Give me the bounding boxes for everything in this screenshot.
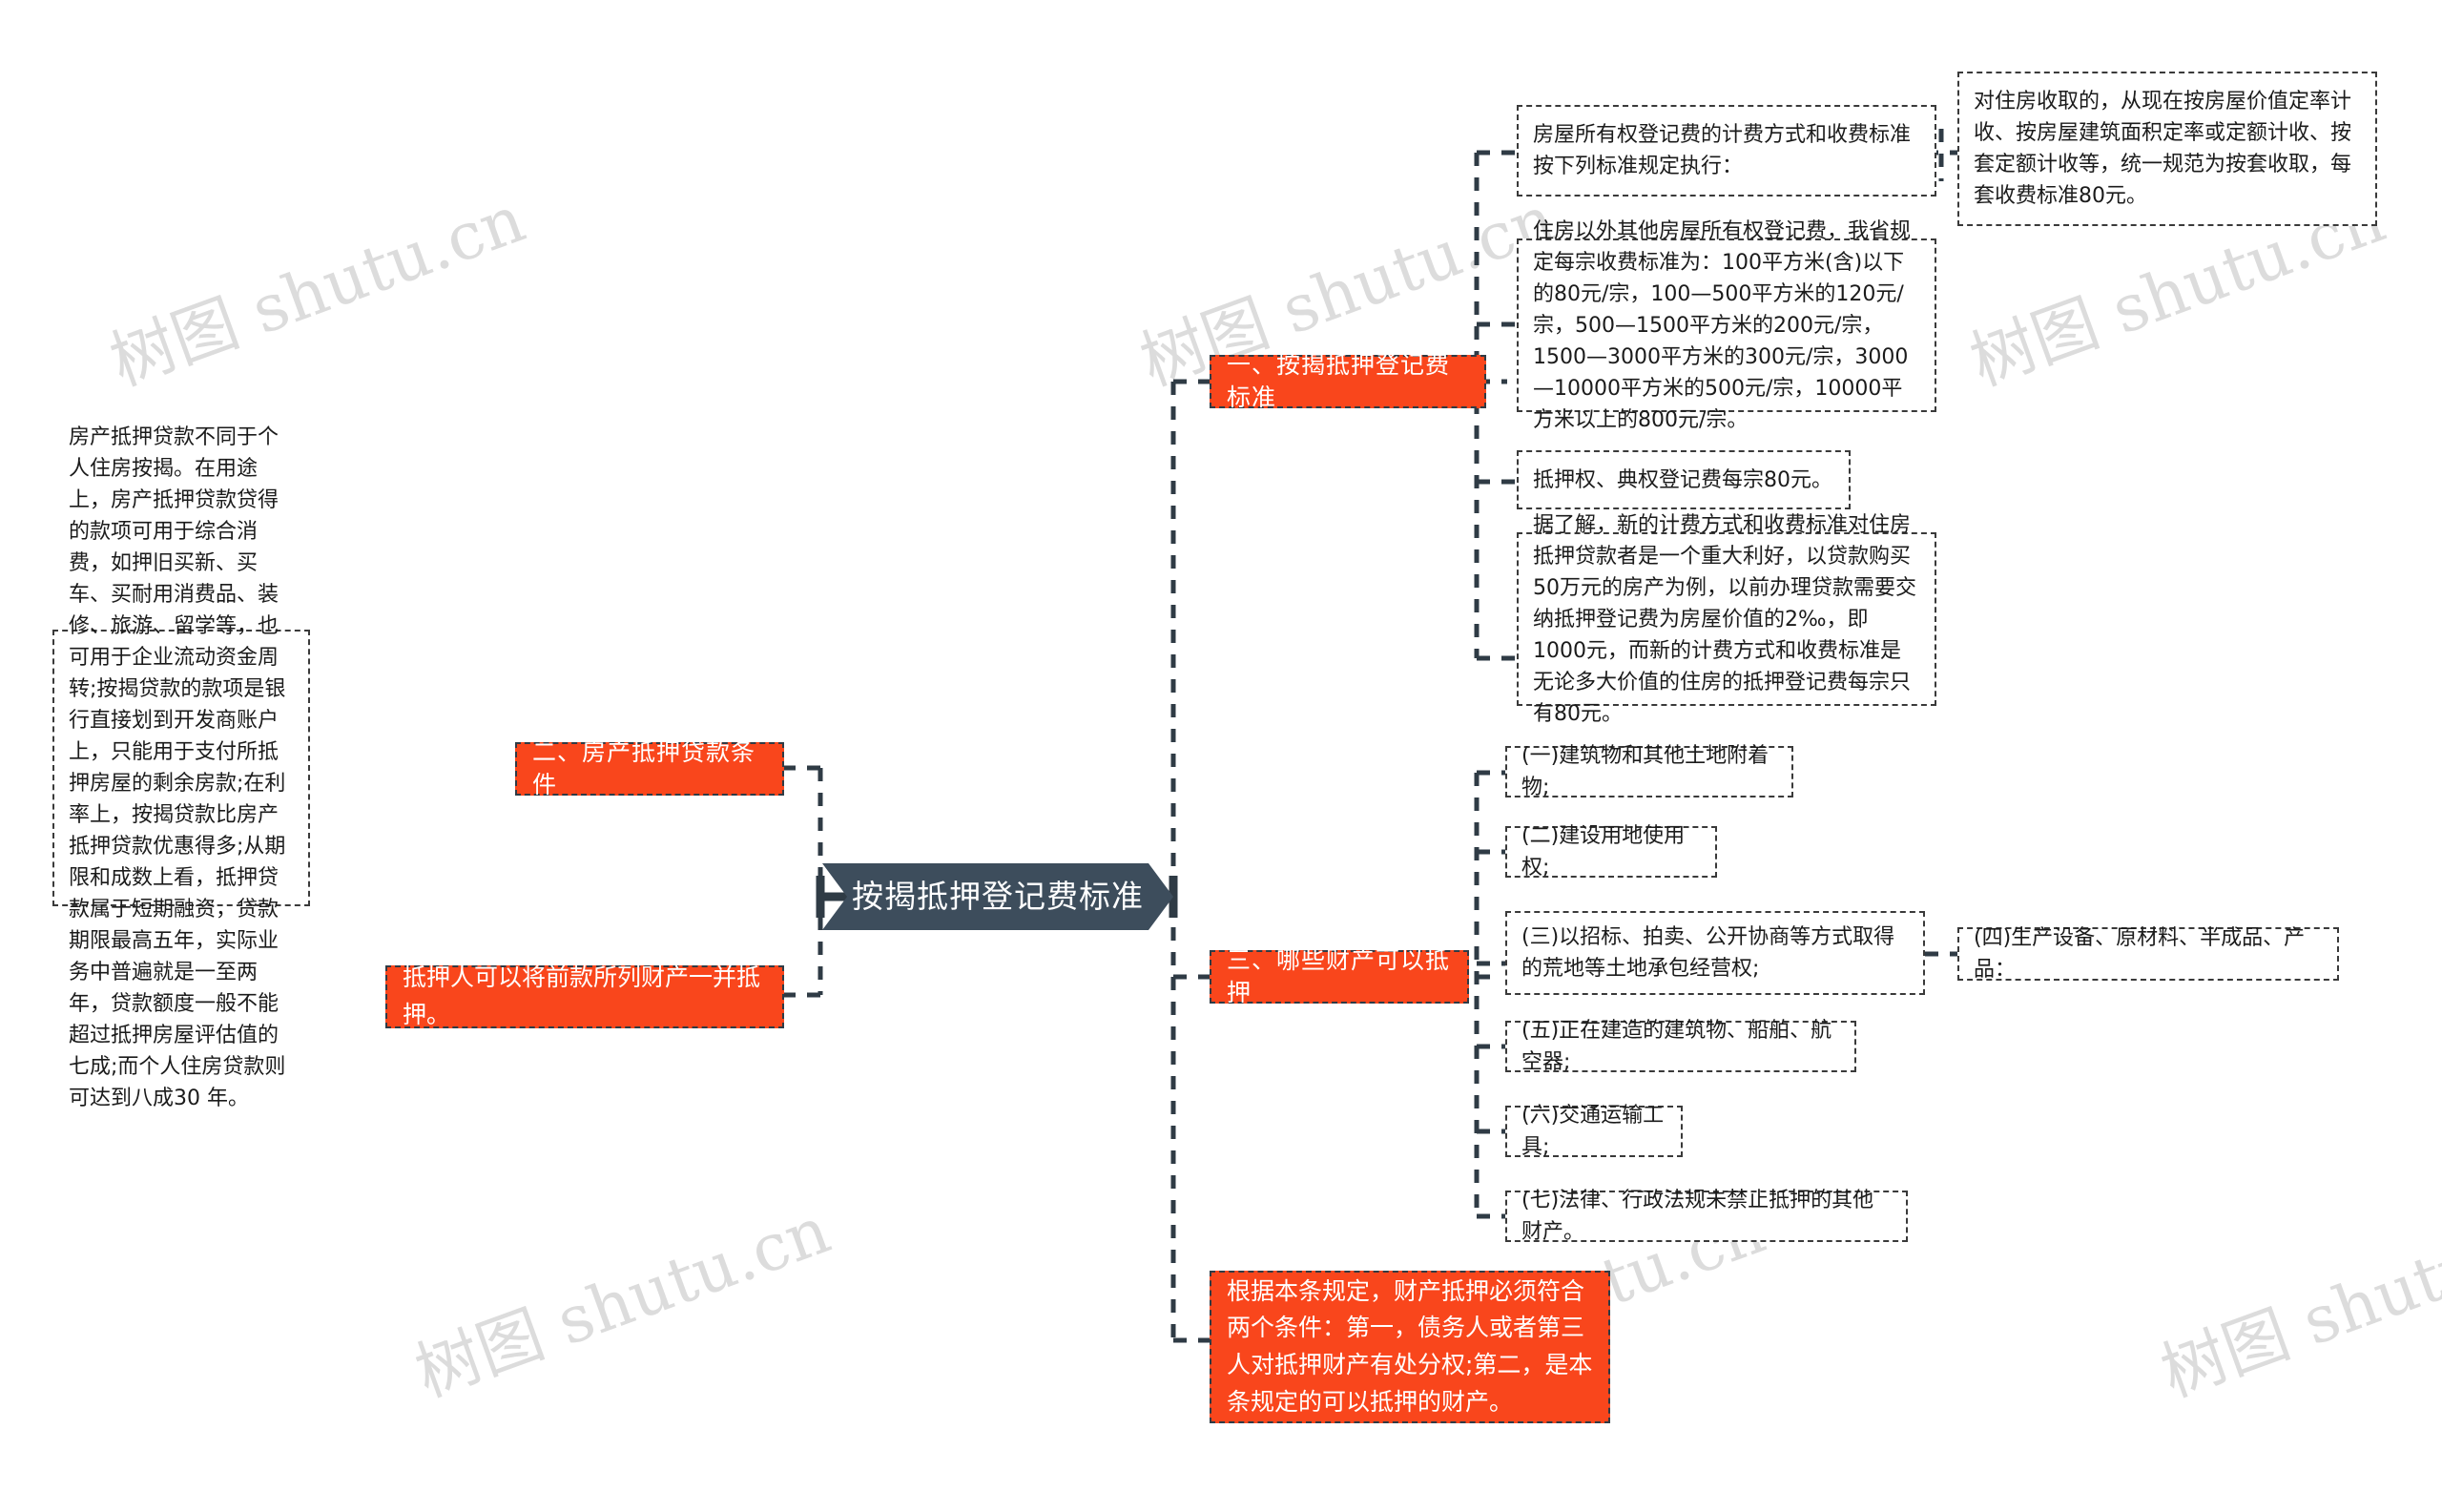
leaf-node-b1-c1[interactable]: 房屋所有权登记费的计费方式和收费标准按下列标准规定执行： bbox=[1517, 105, 1936, 197]
leaf-node-b1-c4-text: 据了解，新的计费方式和收费标准对住房抵押贷款者是一个重大利好，以贷款购买50万元… bbox=[1533, 512, 1916, 726]
branch-node-1[interactable]: 一、按揭抵押登记费标准 bbox=[1210, 351, 1486, 411]
leaf-node-b3-c4[interactable]: (五)正在建造的建筑物、船舶、航空器; bbox=[1505, 1019, 1856, 1074]
leaf-node-b3-c6-text: (七)法律、行政法规未禁止抵押的其他财产。 bbox=[1521, 1189, 1874, 1244]
leaf-node-b3-c5[interactable]: (六)交通运输工具; bbox=[1505, 1104, 1683, 1159]
leaf-node-b3-c3-text: (三)以招标、拍卖、公开协商等方式取得的荒地等土地承包经营权; bbox=[1521, 925, 1895, 981]
leaf-node-b3-c3-g1[interactable]: (四)生产设备、原材料、半成品、产品： bbox=[1957, 926, 2339, 982]
mindmap-canvas: 树图 shutu.cn 树图 shutu.cn 树图 shutu.cn 树图 s… bbox=[0, 0, 2442, 1512]
leaf-node-b3-c2[interactable]: (二)建设用地使用权; bbox=[1505, 824, 1717, 880]
branch-node-4-label: 根据本条规定，财产抵押必须符合两个条件：第一，债务人或者第三人对抵押财产有处分权… bbox=[1227, 1276, 1593, 1416]
leaf-node-b2-c1-text: 房产抵押贷款不同于个人住房按揭。在用途上，房产抵押贷款贷得的款项可用于综合消费，… bbox=[69, 425, 286, 1110]
root-node-label: 按揭抵押登记费标准 bbox=[852, 878, 1144, 916]
leaf-node-b3-c3-g1-text: (四)生产设备、原材料、半成品、产品： bbox=[1974, 926, 2306, 982]
leaf-node-b3-c1-text: (一)建筑物和其他土地附着物; bbox=[1521, 744, 1769, 799]
branch-node-2[interactable]: 二、房产抵押贷款条件 bbox=[515, 738, 784, 798]
leaf-node-b3-c2-text: (二)建设用地使用权; bbox=[1521, 824, 1686, 880]
leaf-node-b1-c1-g1-text: 对住房收取的，从现在按房屋价值定率计收、按房屋建筑面积定率或定额计收、按套定额计… bbox=[1974, 90, 2352, 208]
leaf-node-b3-c5-text: (六)交通运输工具; bbox=[1521, 1104, 1665, 1159]
leaf-node-b1-c1-g1[interactable]: 对住房收取的，从现在按房屋价值定率计收、按房屋建筑面积定率或定额计收、按套定额计… bbox=[1957, 72, 2377, 226]
leaf-node-b3-c1[interactable]: (一)建筑物和其他土地附着物; bbox=[1505, 744, 1793, 799]
leaf-node-b3-c3[interactable]: (三)以招标、拍卖、公开协商等方式取得的荒地等土地承包经营权; bbox=[1505, 911, 1925, 995]
branch-node-2-label: 二、房产抵押贷款条件 bbox=[532, 738, 756, 798]
leaf-node-b2-c1[interactable]: 房产抵押贷款不同于个人住房按揭。在用途上，房产抵押贷款贷得的款项可用于综合消费，… bbox=[52, 425, 310, 1110]
branch-node-3-label: 三、哪些财产可以抵押 bbox=[1227, 946, 1451, 1006]
leaf-node-b1-c1-text: 房屋所有权登记费的计费方式和收费标准按下列标准规定执行： bbox=[1533, 123, 1912, 178]
leaf-node-b1-c4[interactable]: 据了解，新的计费方式和收费标准对住房抵押贷款者是一个重大利好，以贷款购买50万元… bbox=[1517, 513, 1936, 726]
watermark: 树图 shutu.cn bbox=[100, 181, 535, 402]
branch-node-3[interactable]: 三、哪些财产可以抵押 bbox=[1210, 946, 1469, 1006]
leaf-node-b1-c3[interactable]: 抵押权、典权登记费每宗80元。 bbox=[1517, 450, 1851, 509]
leaf-node-b1-c3-text: 抵押权、典权登记费每宗80元。 bbox=[1533, 467, 1832, 492]
branch-node-2b-label: 抵押人可以将前款所列财产一并抵押。 bbox=[403, 963, 761, 1028]
leaf-node-b3-c6[interactable]: (七)法律、行政法规未禁止抵押的其他财产。 bbox=[1505, 1189, 1908, 1244]
leaf-node-b3-c4-text: (五)正在建造的建筑物、船舶、航空器; bbox=[1521, 1019, 1832, 1074]
branch-node-4[interactable]: 根据本条规定，财产抵押必须符合两个条件：第一，债务人或者第三人对抵押财产有处分权… bbox=[1210, 1271, 1610, 1423]
leaf-node-b1-c2[interactable]: 住房以外其他房屋所有权登记费，我省规定每宗收费标准为：100平方米(含)以下的8… bbox=[1517, 219, 1936, 432]
leaf-node-b1-c2-text: 住房以外其他房屋所有权登记费，我省规定每宗收费标准为：100平方米(含)以下的8… bbox=[1533, 218, 1912, 432]
branch-node-2b[interactable]: 抵押人可以将前款所列财产一并抵押。 bbox=[385, 963, 784, 1028]
branch-node-1-label: 一、按揭抵押登记费标准 bbox=[1227, 351, 1451, 411]
root-node[interactable]: 按揭抵押登记费标准 bbox=[822, 863, 1173, 930]
watermark: 树图 shutu.cn bbox=[2151, 1192, 2442, 1413]
watermark: 树图 shutu.cn bbox=[405, 1192, 840, 1413]
